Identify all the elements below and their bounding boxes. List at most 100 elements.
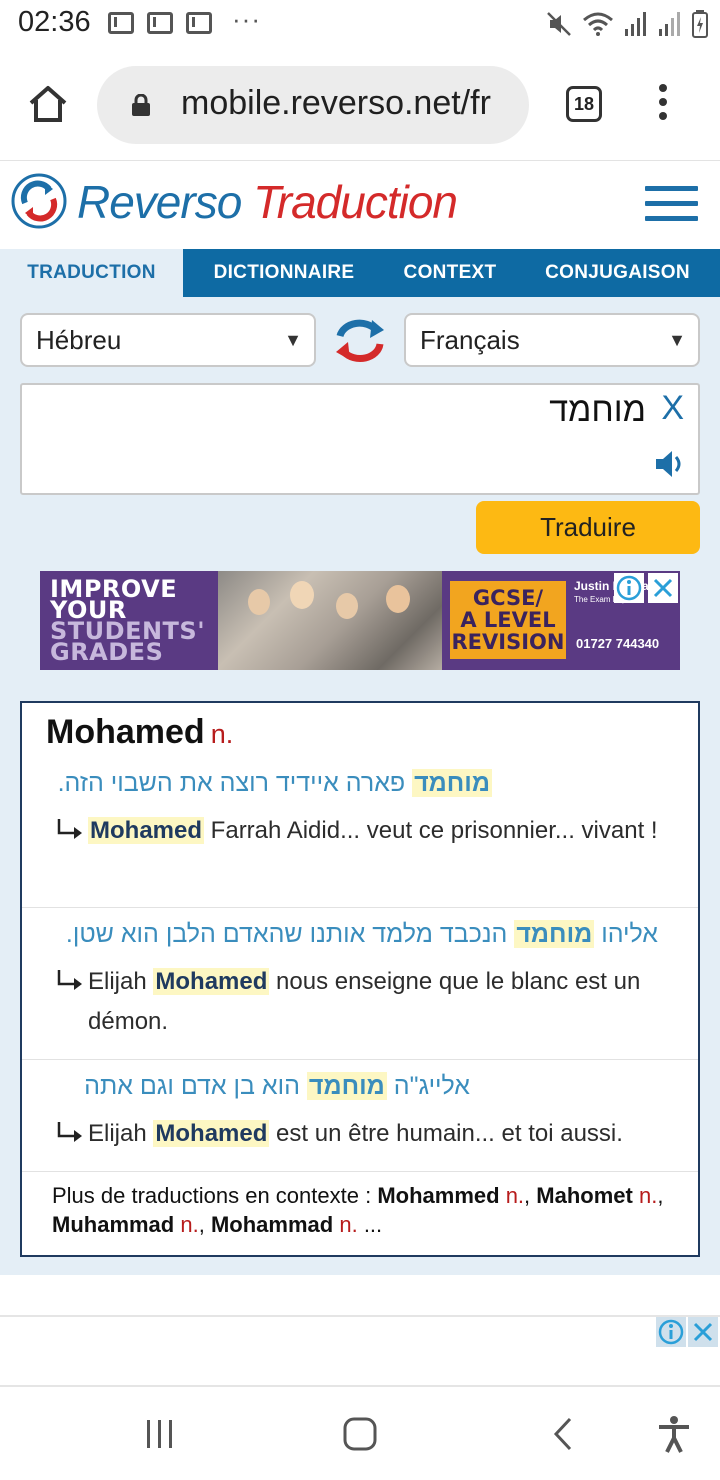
more-suffix: ... xyxy=(357,1212,383,1237)
more-translation-link[interactable]: Muhammad xyxy=(52,1212,174,1237)
hamburger-menu-icon[interactable] xyxy=(645,186,698,222)
bottom-ad-banner[interactable] xyxy=(0,1315,720,1387)
brand-reverso: Reverso xyxy=(77,176,242,228)
translate-button[interactable]: Traduire xyxy=(476,501,700,554)
site-header: Reverso Traduction xyxy=(0,160,720,249)
ad-gcse-line: A LEVEL xyxy=(460,608,556,632)
translation-arrow-icon xyxy=(57,1122,82,1142)
tab-dictionnaire[interactable]: DICTIONNAIRE xyxy=(183,249,385,297)
browser-toolbar: mobile.reverso.net/fr 18 xyxy=(0,50,720,160)
gmail-icon xyxy=(147,12,173,34)
more-pos: n. xyxy=(339,1212,358,1237)
ad-close-icon[interactable] xyxy=(648,573,678,603)
swap-languages-icon[interactable] xyxy=(332,312,388,368)
src-text: אליהו xyxy=(594,920,658,948)
target-language-select[interactable]: Français ▼ xyxy=(404,313,700,367)
more-pos: n. xyxy=(638,1183,658,1208)
result-headword[interactable]: Mohamed n. xyxy=(46,713,233,752)
example-target: Mohamed Farrah Aidid... veut ce prisonni… xyxy=(88,811,688,851)
address-bar[interactable]: mobile.reverso.net/fr xyxy=(97,66,529,144)
tgt-text: est un être humain... et toi aussi. xyxy=(269,1120,623,1147)
tab-context[interactable]: CONTEXT xyxy=(385,249,515,297)
source-language-value: Hébreu xyxy=(36,325,122,355)
gmail-icon xyxy=(186,12,212,34)
dropdown-arrow-icon: ▼ xyxy=(668,330,686,350)
ad-line: GRADES xyxy=(50,638,164,666)
more-translation-link[interactable]: Mohammad xyxy=(211,1212,333,1237)
example-target: Elijah Mohamed nous enseigne que le blan… xyxy=(88,962,688,1042)
tgt-text: Farrah Aidid... veut ce prisonnier... vi… xyxy=(204,817,658,844)
tgt-text: Elijah xyxy=(88,968,154,995)
brand-title[interactable]: Reverso Traduction xyxy=(77,175,458,229)
tab-traduction[interactable]: TRADUCTION xyxy=(0,249,183,297)
mute-icon xyxy=(547,12,571,36)
more-pos: n. xyxy=(180,1212,199,1237)
more-pos: n. xyxy=(505,1183,525,1208)
recent-apps-icon[interactable] xyxy=(140,1414,180,1454)
src-text: הוא בן אדם וגם אתה xyxy=(84,1072,307,1100)
translation-arrow-icon xyxy=(57,970,82,990)
accessibility-icon[interactable] xyxy=(654,1414,694,1454)
gmail-icon xyxy=(108,12,134,34)
source-text-value[interactable]: מוחמד xyxy=(549,391,646,430)
example-row[interactable]: אליהו מוחמד הנכבד מלמד אותנו שהאדם הלבן … xyxy=(22,907,698,1059)
signal-icon xyxy=(625,12,646,36)
battery-icon xyxy=(692,10,708,38)
ad-info-icon[interactable] xyxy=(614,573,644,603)
home-icon[interactable] xyxy=(26,82,70,126)
speaker-icon[interactable] xyxy=(654,447,686,481)
src-text: הנכבד מלמד אותנו שהאדם הלבן הוא שטן. xyxy=(65,920,515,948)
ad-photo xyxy=(218,571,442,670)
more-translation-link[interactable]: Mohammed xyxy=(377,1183,499,1208)
status-bar: 02:36 ··· xyxy=(0,0,720,50)
headword-text: Mohamed xyxy=(46,713,205,751)
ad-phone: 01727 744340 xyxy=(576,636,660,651)
example-source: אלייג"ה מוחמד הוא בן אדם וגם אתה xyxy=(84,1072,470,1101)
reverso-logo-icon[interactable] xyxy=(11,173,67,229)
brand-traduction: Traduction xyxy=(253,176,458,228)
src-text: פארה איידיד רוצה את השבוי הזה. xyxy=(57,769,413,797)
ad-close-icon[interactable] xyxy=(688,1317,718,1347)
src-highlight: מוחמד xyxy=(306,1072,387,1100)
browser-menu-icon[interactable] xyxy=(656,84,670,128)
ad-banner[interactable]: IMPROVE YOUR STUDENTS' GRADES GCSE/ A LE… xyxy=(40,571,680,670)
more-prefix: Plus de traductions en contexte : xyxy=(52,1183,378,1208)
more-translations: Plus de traductions en contexte : Mohamm… xyxy=(52,1183,664,1237)
ad-gcse-box: GCSE/ A LEVEL REVISION xyxy=(450,581,566,659)
example-target: Elijah Mohamed est un être humain... et … xyxy=(88,1114,688,1154)
ad-gcse-line: REVISION xyxy=(451,630,565,654)
main-nav: TRADUCTION DICTIONNAIRE CONTEXT CONJUGAI… xyxy=(0,249,720,297)
more-translation-link[interactable]: Mahomet xyxy=(536,1183,633,1208)
back-icon[interactable] xyxy=(544,1414,584,1454)
tgt-highlight: Mohamed xyxy=(153,1120,270,1147)
tab-switcher-button[interactable]: 18 xyxy=(566,86,602,122)
translation-result-card: Mohamed n. מוחמד פארה איידיד רוצה את השבו… xyxy=(20,701,700,1257)
more-notifications-icon: ··· xyxy=(232,4,261,34)
target-language-value: Français xyxy=(420,325,520,355)
signal-icon xyxy=(659,12,680,36)
ad-gcse-line: GCSE/ xyxy=(472,586,544,610)
tab-conjugaison[interactable]: CONJUGAISON xyxy=(515,249,720,297)
example-source: אליהו מוחמד הנכבד מלמד אותנו שהאדם הלבן … xyxy=(66,920,658,949)
page-content: Reverso Traduction TRADUCTION DICTIONNAI… xyxy=(0,160,720,1275)
system-navigation-bar xyxy=(0,1388,720,1480)
lock-icon xyxy=(132,94,150,116)
translation-arrow-icon xyxy=(57,819,82,839)
status-time: 02:36 xyxy=(18,6,91,38)
dropdown-arrow-icon: ▼ xyxy=(284,330,302,350)
tgt-text: Elijah xyxy=(88,1120,154,1147)
divider xyxy=(22,1171,698,1172)
source-text-input[interactable]: מוחמד X xyxy=(20,383,700,495)
wifi-icon xyxy=(583,12,613,36)
source-language-select[interactable]: Hébreu ▼ xyxy=(20,313,316,367)
example-row[interactable]: מוחמד פארה איידיד רוצה את השבוי הזה. Moh… xyxy=(22,759,698,907)
src-text: אלייג"ה xyxy=(386,1072,470,1100)
url-text[interactable]: mobile.reverso.net/fr xyxy=(181,84,511,123)
example-source: מוחמד פארה איידיד רוצה את השבוי הזה. xyxy=(58,769,492,798)
tgt-highlight: Mohamed xyxy=(88,817,205,844)
clear-input-button[interactable]: X xyxy=(661,389,684,428)
ad-info-icon[interactable] xyxy=(656,1317,686,1347)
home-nav-icon[interactable] xyxy=(340,1414,380,1454)
example-row[interactable]: אלייג"ה מוחמד הוא בן אדם וגם אתה Elijah … xyxy=(22,1059,698,1171)
src-highlight: מוחמד xyxy=(514,920,595,948)
